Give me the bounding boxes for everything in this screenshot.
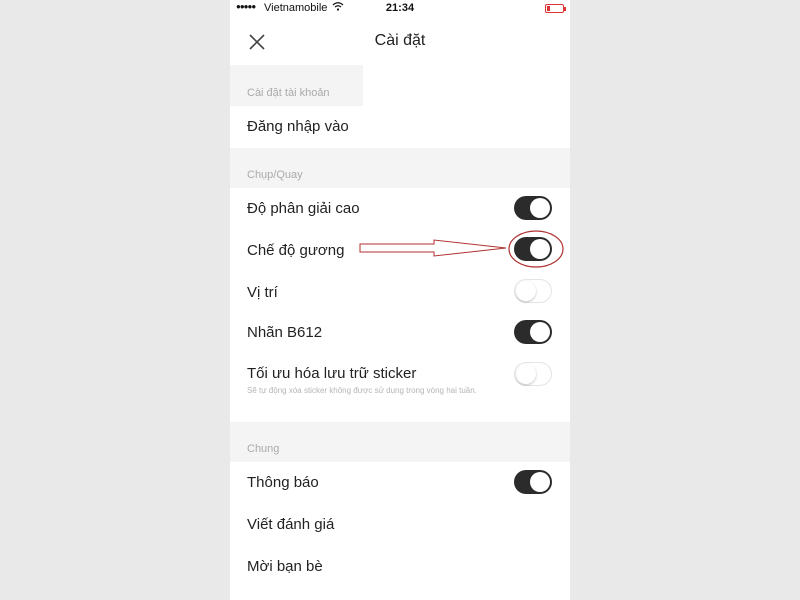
row-notifications-label: Thông báo <box>247 474 319 491</box>
row-b612-label-text: Nhãn B612 <box>247 324 323 341</box>
sticker-optimize-description: Sẽ tự động xóa sticker không được sử dụn… <box>247 386 477 395</box>
section-header-account: Cài đặt tài khoản <box>230 65 363 106</box>
location-toggle[interactable] <box>514 279 552 303</box>
section-header-general: Chung <box>230 422 570 462</box>
row-write-review-label: Viết đánh giá <box>247 516 335 533</box>
status-bar: ●●●●● Vietnamobile 21:34 <box>230 0 570 17</box>
row-write-review[interactable]: Viết đánh giá <box>230 504 570 546</box>
row-high-resolution-label: Độ phân giải cao <box>247 200 360 217</box>
row-sticker-optimize-label: Tối ưu hóa lưu trữ sticker <box>247 365 417 382</box>
phone-screen: ●●●●● Vietnamobile 21:34 Cài đặt Cài đặt… <box>230 0 570 600</box>
row-login[interactable]: Đăng nhập vào <box>230 106 570 148</box>
row-invite-friends-label: Mời bạn bè <box>247 558 323 575</box>
row-invite-friends[interactable]: Mời bạn bè <box>230 546 570 588</box>
high-resolution-toggle[interactable] <box>514 196 552 220</box>
mirror-mode-toggle[interactable] <box>514 237 552 261</box>
status-time: 21:34 <box>385 2 415 14</box>
section-header-general-label: Chung <box>247 443 280 455</box>
row-location-label: Vị trí <box>247 284 278 301</box>
b612-label-toggle[interactable] <box>514 320 552 344</box>
notifications-toggle[interactable] <box>514 470 552 494</box>
section-header-capture-label: Chụp/Quay <box>247 169 303 181</box>
right-margin <box>570 0 800 600</box>
row-login-label: Đăng nhập vào <box>247 118 349 135</box>
navigation-bar: Cài đặt <box>230 17 570 65</box>
battery-icon <box>545 4 566 13</box>
sticker-optimize-toggle[interactable] <box>514 362 552 386</box>
row-mirror-mode-label: Chế độ gương <box>247 242 345 259</box>
section-header-account-label: Cài đặt tài khoản <box>247 87 330 99</box>
left-margin <box>0 0 230 600</box>
page-title: Cài đặt <box>374 32 426 49</box>
section-header-capture: Chụp/Quay <box>230 148 570 188</box>
